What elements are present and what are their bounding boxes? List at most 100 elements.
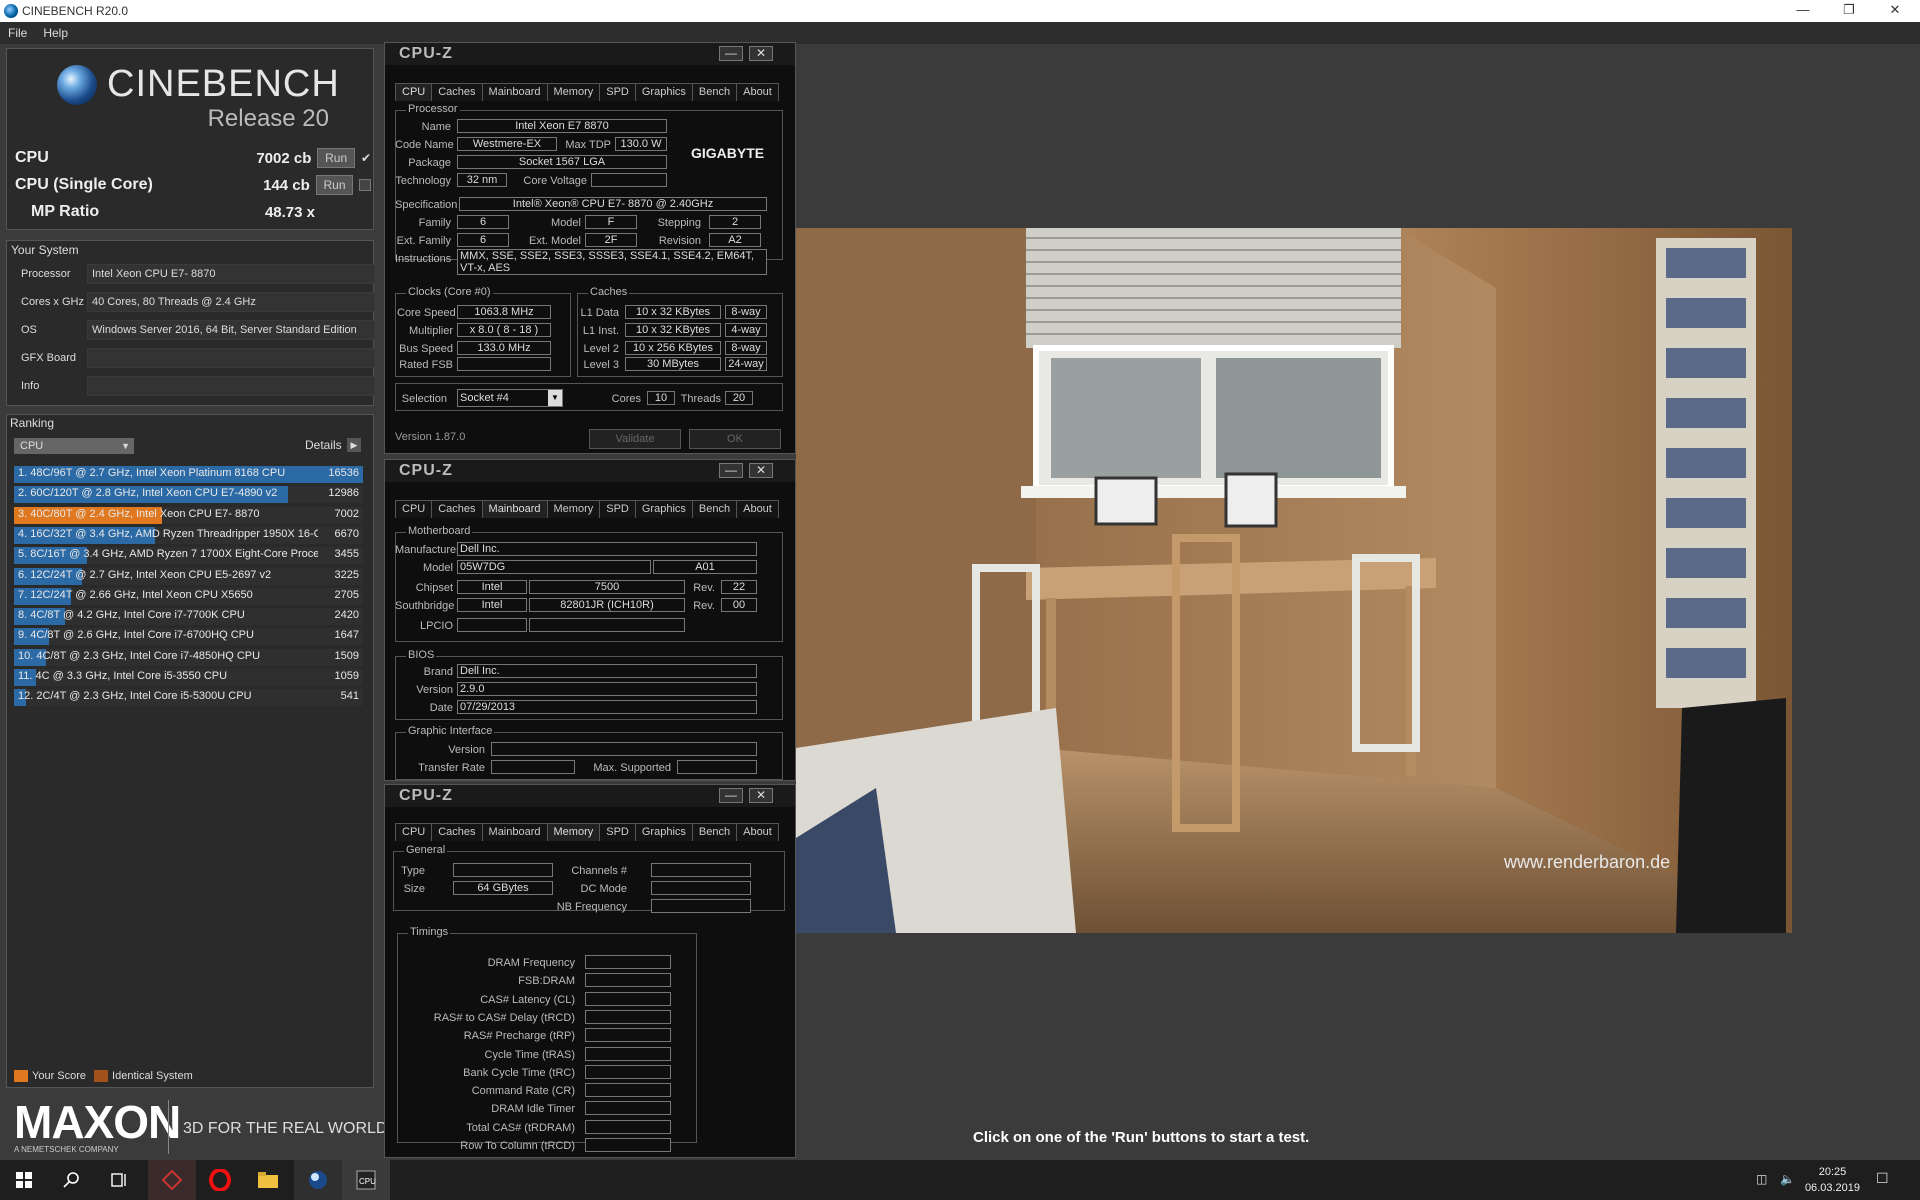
ranking-row[interactable]: 10. 4C/8T @ 2.3 GHz, Intel Core i7-4850H… [14,648,363,666]
rated-fsb-field [457,357,551,371]
tab-bench[interactable]: Bench [691,83,738,101]
close-button[interactable]: ✕ [749,463,773,478]
timing-label: Row To Column (tRCD) [460,1140,575,1152]
notification-icon[interactable]: ☐ [1876,1170,1889,1187]
transfer-rate-field [491,760,575,774]
tab-memory[interactable]: Memory [546,500,601,518]
tab-about[interactable]: About [736,83,779,101]
ranking-row[interactable]: 11. 4C @ 3.3 GHz, Intel Core i5-3550 CPU… [14,669,363,686]
menu-help[interactable]: Help [35,26,76,40]
tab-graphics[interactable]: Graphics [634,500,693,518]
timing-value-field [585,1046,671,1061]
close-button[interactable]: ✕ [749,46,773,61]
tab-memory[interactable]: Memory [546,83,601,101]
ranking-row[interactable]: 2. 60C/120T @ 2.8 GHz, Intel Xeon CPU E7… [14,486,363,504]
cinebench-taskbar-icon[interactable] [294,1160,342,1200]
tab-graphics[interactable]: Graphics [634,83,693,101]
ranking-row[interactable]: 6. 12C/24T @ 2.7 GHz, Intel Xeon CPU E5-… [14,567,363,585]
single-core-run-button[interactable]: Run [315,175,354,195]
validate-button[interactable]: Validate [589,429,681,449]
ranking-row[interactable]: 3. 40C/80T @ 2.4 GHz, Intel Xeon CPU E7-… [14,506,363,524]
windows-start-icon[interactable] [0,1160,48,1200]
restore-button[interactable]: ❐ [1826,0,1872,22]
group-title: Clocks (Core #0) [406,286,493,298]
ok-button[interactable]: OK [689,429,781,449]
cpu-run-button[interactable]: Run [317,148,355,168]
timing-value-field [585,1009,671,1024]
model-field: F [585,215,637,229]
l1-inst-ways: 4-way [725,323,767,337]
multiplier-field: x 8.0 ( 8 - 18 ) [457,323,551,337]
tab-spd[interactable]: SPD [599,500,636,518]
minimize-button[interactable]: — [719,788,743,803]
details-label[interactable]: Details [305,438,342,452]
release-label: Release 20 [207,105,329,132]
taskbar: CPU ◫ 🔈 20:25 06.03.2019 ☐ [0,1160,1920,1200]
close-button[interactable]: ✕ [749,788,773,803]
tab-caches[interactable]: Caches [431,83,483,101]
tab-mainboard[interactable]: Mainboard [481,83,548,101]
search-icon[interactable] [48,1160,96,1200]
ranking-row[interactable]: 7. 12C/24T @ 2.66 GHz, Intel Xeon CPU X5… [14,587,363,605]
socket-select[interactable]: Socket #4 ▼ [457,389,563,407]
cpuz-tabs: CPU Caches Mainboard Memory SPD Graphics Bench… [395,823,779,841]
cpuz-taskbar-icon[interactable]: CPU [342,1160,390,1200]
ranking-row[interactable]: 12. 2C/4T @ 2.3 GHz, Intel Core i5-5300U… [14,689,363,707]
ranking-row[interactable]: 9. 4C/8T @ 2.6 GHz, Intel Core i7-6700HQ… [14,628,363,646]
field-label: Technology [395,175,451,187]
tab-cpu[interactable]: CPU [395,823,433,841]
ranking-label: 8. 4C/8T @ 4.2 GHz, Intel Core i7-7700K … [18,609,245,622]
tab-memory[interactable]: Memory [546,823,601,841]
tab-about[interactable]: About [736,500,779,518]
tab-caches[interactable]: Caches [431,823,483,841]
single-core-value: 144 cb [263,176,310,194]
tab-mainboard[interactable]: Mainboard [481,500,548,518]
tab-cpu[interactable]: CPU [395,500,433,518]
timing-label: Total CAS# (tRDRAM) [466,1121,575,1134]
single-core-checkbox[interactable] [359,179,372,191]
system-value: 40 Cores, 80 Threads @ 2.4 GHz [87,292,375,312]
l2-field: 10 x 256 KBytes [625,341,721,355]
close-button[interactable]: ✕ [1872,0,1918,22]
ranking-dropdown[interactable]: CPU ▼ [14,438,134,454]
legend-label: Identical System [112,1070,193,1082]
timing-value-field [585,1119,671,1134]
ranking-label: 3. 40C/80T @ 2.4 GHz, Intel Xeon CPU E7-… [18,507,260,520]
cpu-check-icon[interactable]: ✔ [361,151,371,165]
benchmark-app-icon[interactable] [148,1160,196,1200]
system-key: Info [21,380,40,392]
cinema4d-sphere-icon [57,64,97,105]
field-label: Threads [680,393,721,405]
tab-bench[interactable]: Bench [691,500,738,518]
menu-file[interactable]: File [0,26,35,40]
file-explorer-icon[interactable] [244,1160,292,1200]
tab-spd[interactable]: SPD [599,823,636,841]
ranking-row[interactable]: 1. 48C/96T @ 2.7 GHz, Intel Xeon Platinu… [14,466,363,483]
opera-browser-icon[interactable] [196,1160,244,1200]
cpu-name-field: Intel Xeon E7 8870 [457,119,667,133]
minimize-button[interactable]: — [719,463,743,478]
volume-icon[interactable]: 🔈 [1780,1172,1795,1186]
system-row: GFX Board [15,347,375,369]
ranking-row[interactable]: 4. 16C/32T @ 3.4 GHz, AMD Ryzen Threadri… [14,526,363,544]
tab-graphics[interactable]: Graphics [634,823,693,841]
system-row: OS Windows Server 2016, 64 Bit, Server St… [15,319,375,341]
network-icon[interactable]: ◫ [1756,1172,1767,1186]
tab-spd[interactable]: SPD [599,83,636,101]
tab-mainboard[interactable]: Mainboard [481,823,548,841]
chipset-vendor-field: Intel [457,580,527,594]
ranking-row[interactable]: 8. 4C/8T @ 4.2 GHz, Intel Core i7-7700K … [14,608,363,626]
task-view-icon[interactable] [96,1160,144,1200]
ranking-dropdown-value: CPU [20,440,44,452]
tab-caches[interactable]: Caches [431,500,483,518]
ranking-label: 11. 4C @ 3.3 GHz, Intel Core i5-3550 CPU [18,670,228,682]
tab-bench[interactable]: Bench [691,823,738,841]
clock-time: 20:25 [1818,1166,1847,1178]
minimize-button[interactable]: — [719,46,743,61]
ranking-row[interactable]: 5. 8C/16T @ 3.4 GHz, AMD Ryzen 7 1700X E… [14,547,363,565]
minimize-button[interactable]: — [1780,0,1826,22]
taskbar-clock[interactable]: 20:25 06.03.2019 [1805,1164,1860,1196]
tab-about[interactable]: About [736,823,779,841]
details-arrow-icon[interactable]: ▶ [347,438,361,452]
tab-cpu[interactable]: CPU [395,83,433,101]
